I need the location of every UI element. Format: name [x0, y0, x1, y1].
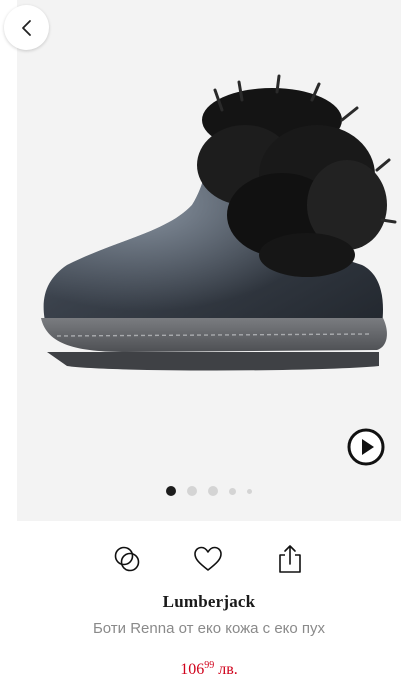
gallery-pagination: [17, 484, 401, 498]
product-actions: [0, 538, 418, 580]
pagination-dot[interactable]: [187, 486, 197, 496]
favorite-button[interactable]: [187, 538, 229, 580]
price-currency: лв.: [218, 661, 238, 678]
pagination-dot[interactable]: [247, 488, 252, 494]
compare-button[interactable]: [106, 538, 148, 580]
compare-rings-icon: [114, 546, 140, 572]
share-icon: [279, 545, 301, 573]
pagination-dot[interactable]: [208, 486, 218, 496]
pagination-dot[interactable]: [166, 486, 176, 496]
pagination-dot[interactable]: [229, 487, 236, 495]
chevron-left-icon: [21, 19, 31, 36]
share-button[interactable]: [269, 538, 311, 580]
brand-name[interactable]: Lumberjack: [0, 592, 418, 612]
product-page: Lumberjack Боти Renna от еко кожа с еко …: [0, 0, 418, 699]
play-icon[interactable]: [347, 428, 385, 466]
price-fraction: 99: [204, 660, 215, 671]
heart-icon: [194, 546, 222, 571]
product-image[interactable]: [17, 0, 401, 521]
product-gallery[interactable]: [17, 0, 401, 521]
product-price: 10699 лв.: [0, 660, 418, 679]
product-title: Боти Renna от еко кожа с еко пух: [92, 620, 326, 637]
price-whole: 106: [180, 661, 205, 678]
back-button[interactable]: [4, 5, 49, 50]
